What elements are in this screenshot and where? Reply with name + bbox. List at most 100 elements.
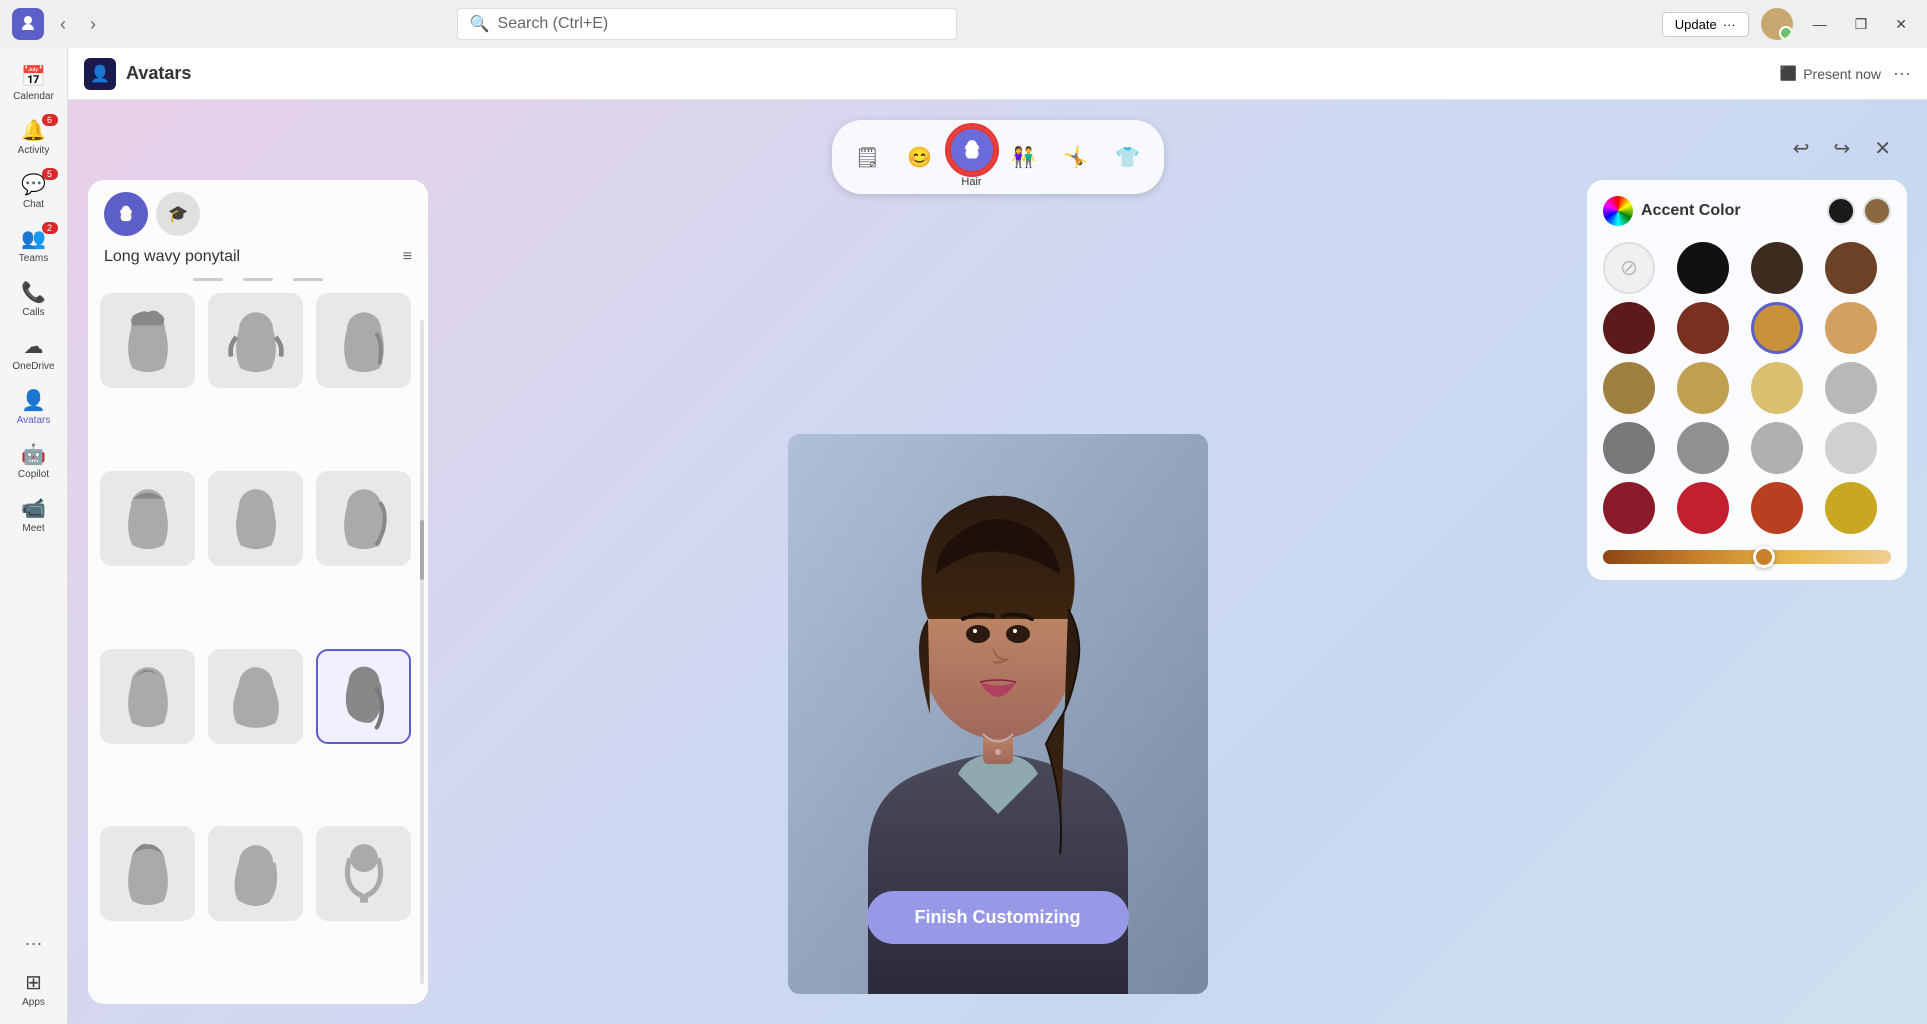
hair-item-5[interactable] — [208, 471, 303, 566]
sidebar-more-button[interactable]: ··· — [17, 925, 51, 962]
selected-color-2[interactable] — [1863, 197, 1891, 225]
color-swatch-khaki2[interactable] — [1677, 362, 1729, 414]
panel-title: Long wavy ponytail — [104, 248, 240, 266]
chat-badge: 5 — [42, 168, 58, 180]
content-area: 🗒 😊 Hair 👫 🤸 👕 ↩ ↪ — [68, 100, 1927, 1024]
search-placeholder: Search (Ctrl+E) — [498, 15, 609, 33]
color-swatch-black[interactable] — [1677, 242, 1729, 294]
hair-item-1[interactable] — [100, 293, 195, 388]
sidebar-item-label: Copilot — [18, 469, 49, 480]
hair-item-3[interactable] — [316, 293, 411, 388]
maximize-button[interactable]: ❐ — [1847, 12, 1876, 37]
color-swatch-none[interactable]: ⊘ — [1603, 242, 1655, 294]
user-avatar[interactable] — [1761, 8, 1793, 40]
color-swatch-redbrown[interactable] — [1677, 302, 1729, 354]
sidebar-item-label: Chat — [23, 199, 44, 210]
accessory-tab[interactable]: 🎓 — [156, 192, 200, 236]
right-panel-header: Accent Color — [1603, 196, 1891, 226]
sidebar-item-avatars[interactable]: 👤 Avatars — [6, 380, 62, 434]
sidebar-item-label: Teams — [19, 253, 48, 264]
color-swatch-silver[interactable] — [1825, 362, 1877, 414]
color-swatch-khaki3[interactable] — [1751, 362, 1803, 414]
sidebar-item-calendar[interactable]: 📅 Calendar — [6, 56, 62, 110]
color-swatch-lightgray[interactable] — [1825, 422, 1877, 474]
color-swatch-darkred[interactable] — [1603, 302, 1655, 354]
sidebar-item-label: Avatars — [17, 415, 51, 426]
avatars-icon: 👤 — [21, 388, 46, 413]
color-swatch-gold[interactable] — [1825, 482, 1877, 534]
hair-item-9[interactable] — [316, 649, 411, 744]
color-swatch-tan[interactable] — [1751, 302, 1803, 354]
hair-item-11[interactable] — [208, 826, 303, 921]
sidebar-item-chat[interactable]: 💬 Chat 5 — [6, 164, 62, 218]
color-swatch-sandybrown[interactable] — [1825, 302, 1877, 354]
close-button[interactable]: ✕ — [1887, 12, 1915, 37]
accent-color-title: Accent Color — [1641, 202, 1827, 220]
hair-style-tab[interactable] — [104, 192, 148, 236]
color-swatch-red3[interactable] — [1751, 482, 1803, 534]
scroll-indicator — [88, 274, 428, 285]
title-bar: ‹ › 🔍 Search (Ctrl+E) Update ··· — ❐ ✕ — [0, 0, 1927, 48]
color-swatch-gray2[interactable] — [1677, 422, 1729, 474]
search-bar[interactable]: 🔍 Search (Ctrl+E) — [457, 8, 957, 40]
sidebar-item-activity[interactable]: 🔔 Activity 6 — [6, 110, 62, 164]
color-swatch-gray3[interactable] — [1751, 422, 1803, 474]
sidebar-item-onedrive[interactable]: ☁ OneDrive — [6, 326, 62, 380]
activity-badge: 6 — [42, 114, 58, 126]
present-now-button[interactable]: ⬛ Present now — [1780, 65, 1881, 82]
sidebar-item-calls[interactable]: 📞 Calls — [6, 272, 62, 326]
present-icon: ⬛ — [1780, 65, 1797, 82]
forward-button[interactable]: › — [82, 10, 104, 39]
filter-icon[interactable]: ≡ — [403, 248, 412, 266]
hair-item-2[interactable] — [208, 293, 303, 388]
teams-logo-icon — [12, 8, 44, 40]
hair-item-6[interactable] — [316, 471, 411, 566]
color-swatch-brown[interactable] — [1825, 242, 1877, 294]
app-icon: 👤 — [84, 58, 116, 90]
app-header-more-button[interactable]: ··· — [1893, 63, 1911, 84]
onedrive-icon: ☁ — [24, 334, 44, 359]
selected-colors — [1827, 197, 1891, 225]
sidebar-item-apps[interactable]: ⊞ Apps — [6, 962, 62, 1016]
calls-icon: 📞 — [21, 280, 46, 305]
hair-item-12[interactable] — [316, 826, 411, 921]
apps-icon: ⊞ — [25, 970, 42, 995]
sidebar-item-label: Calls — [22, 307, 44, 318]
color-slider-section — [1603, 550, 1891, 564]
calendar-icon: 📅 — [21, 64, 46, 89]
present-now-label: Present now — [1803, 66, 1881, 82]
update-button[interactable]: Update ··· — [1662, 12, 1749, 37]
color-wheel-icon — [1603, 196, 1633, 226]
hair-item-4[interactable] — [100, 471, 195, 566]
sidebar-item-copilot[interactable]: 🤖 Copilot — [6, 434, 62, 488]
avatar-center — [428, 100, 1567, 1024]
color-swatch-darkbrown[interactable] — [1751, 242, 1803, 294]
panel-scrollbar[interactable] — [420, 320, 424, 984]
sidebar-item-label: Apps — [22, 997, 45, 1008]
undo-button[interactable]: ↩ — [1787, 130, 1816, 167]
color-swatch-red2[interactable] — [1677, 482, 1729, 534]
color-slider[interactable] — [1603, 550, 1891, 564]
panel-scrollbar-thumb — [420, 520, 424, 580]
slider-thumb[interactable] — [1753, 546, 1775, 568]
finish-customizing-button[interactable]: Finish Customizing — [867, 891, 1129, 944]
redo-button[interactable]: ↪ — [1827, 130, 1856, 167]
title-bar-left: ‹ › — [12, 8, 104, 40]
sidebar-item-meet[interactable]: 📹 Meet — [6, 488, 62, 542]
minimize-button[interactable]: — — [1805, 12, 1835, 36]
back-button[interactable]: ‹ — [52, 10, 74, 39]
copilot-icon: 🤖 — [21, 442, 46, 467]
hair-item-10[interactable] — [100, 826, 195, 921]
color-swatch-gray1[interactable] — [1603, 422, 1655, 474]
right-panel: Accent Color ⊘ — [1587, 180, 1907, 580]
sidebar-item-teams[interactable]: 👥 Teams 2 — [6, 218, 62, 272]
hair-item-7[interactable] — [100, 649, 195, 744]
action-row: ↩ ↪ ✕ — [1787, 130, 1897, 167]
hair-grid — [88, 285, 428, 1004]
app-title: Avatars — [126, 63, 191, 84]
close-editor-button[interactable]: ✕ — [1868, 130, 1897, 167]
color-swatch-khaki1[interactable] — [1603, 362, 1655, 414]
hair-item-8[interactable] — [208, 649, 303, 744]
selected-color-1[interactable] — [1827, 197, 1855, 225]
color-swatch-red1[interactable] — [1603, 482, 1655, 534]
